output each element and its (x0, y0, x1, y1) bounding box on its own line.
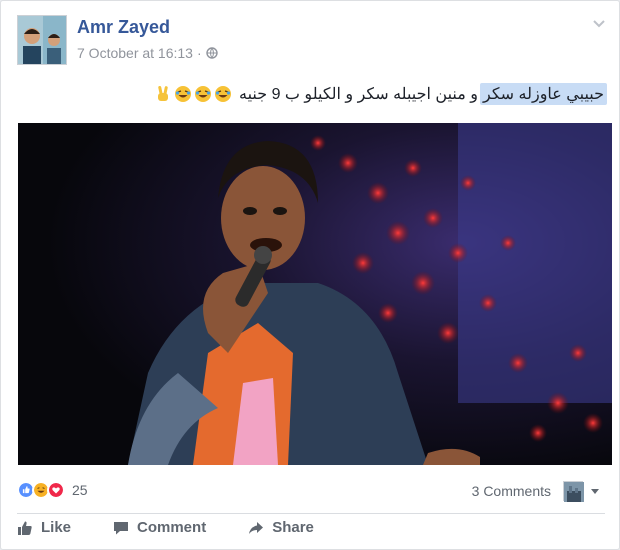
post-photo[interactable] (18, 123, 612, 465)
reaction-count: 25 (72, 482, 88, 498)
post-meta: 7 October at 16:13 · (77, 45, 218, 61)
author-avatar[interactable] (17, 15, 67, 65)
author-name[interactable]: Amr Zayed (77, 17, 170, 38)
meta-separator: · (196, 45, 202, 61)
laughing-emoji (194, 86, 211, 102)
thumbs-up-icon (18, 521, 32, 535)
post-timestamp[interactable]: 7 October at 16:13 (77, 45, 193, 61)
share-arrow-icon (249, 521, 264, 534)
post-text-highlighted: حبيبي عاوزله سكر (480, 83, 607, 105)
caret-down-icon[interactable] (589, 485, 601, 497)
share-button[interactable]: Share (248, 519, 314, 536)
post-header: Amr Zayed 7 October at 16:13 · (17, 15, 607, 67)
victory-hand-emoji (157, 85, 168, 101)
comments-count[interactable]: 3 Comments (472, 483, 551, 499)
post-actions: Like Comment Share (17, 519, 314, 536)
reaction-summary[interactable]: 25 (17, 481, 88, 499)
post-text-rest: و منين اجيبله سكر و الكيلو ب 9 جنيه (238, 86, 478, 103)
chevron-down-icon[interactable] (591, 15, 607, 31)
laughing-emoji (214, 86, 231, 102)
laughing-emoji (174, 86, 191, 102)
actions-divider (17, 513, 605, 514)
like-label: Like (41, 519, 72, 536)
globe-icon[interactable] (205, 47, 218, 59)
love-reaction-icon (47, 481, 65, 499)
comment-label: Comment (137, 519, 207, 536)
viewer-avatar[interactable] (563, 481, 584, 502)
comment-icon (114, 521, 129, 534)
emoji-row (153, 85, 233, 103)
comment-button[interactable]: Comment (113, 519, 206, 536)
post-card: Amr Zayed 7 October at 16:13 · حبيبي عاو… (0, 0, 620, 550)
share-label: Share (272, 519, 314, 536)
like-button[interactable]: Like (17, 519, 71, 536)
post-text: حبيبي عاوزله سكر و منين اجيبله سكر و الك… (153, 83, 607, 105)
